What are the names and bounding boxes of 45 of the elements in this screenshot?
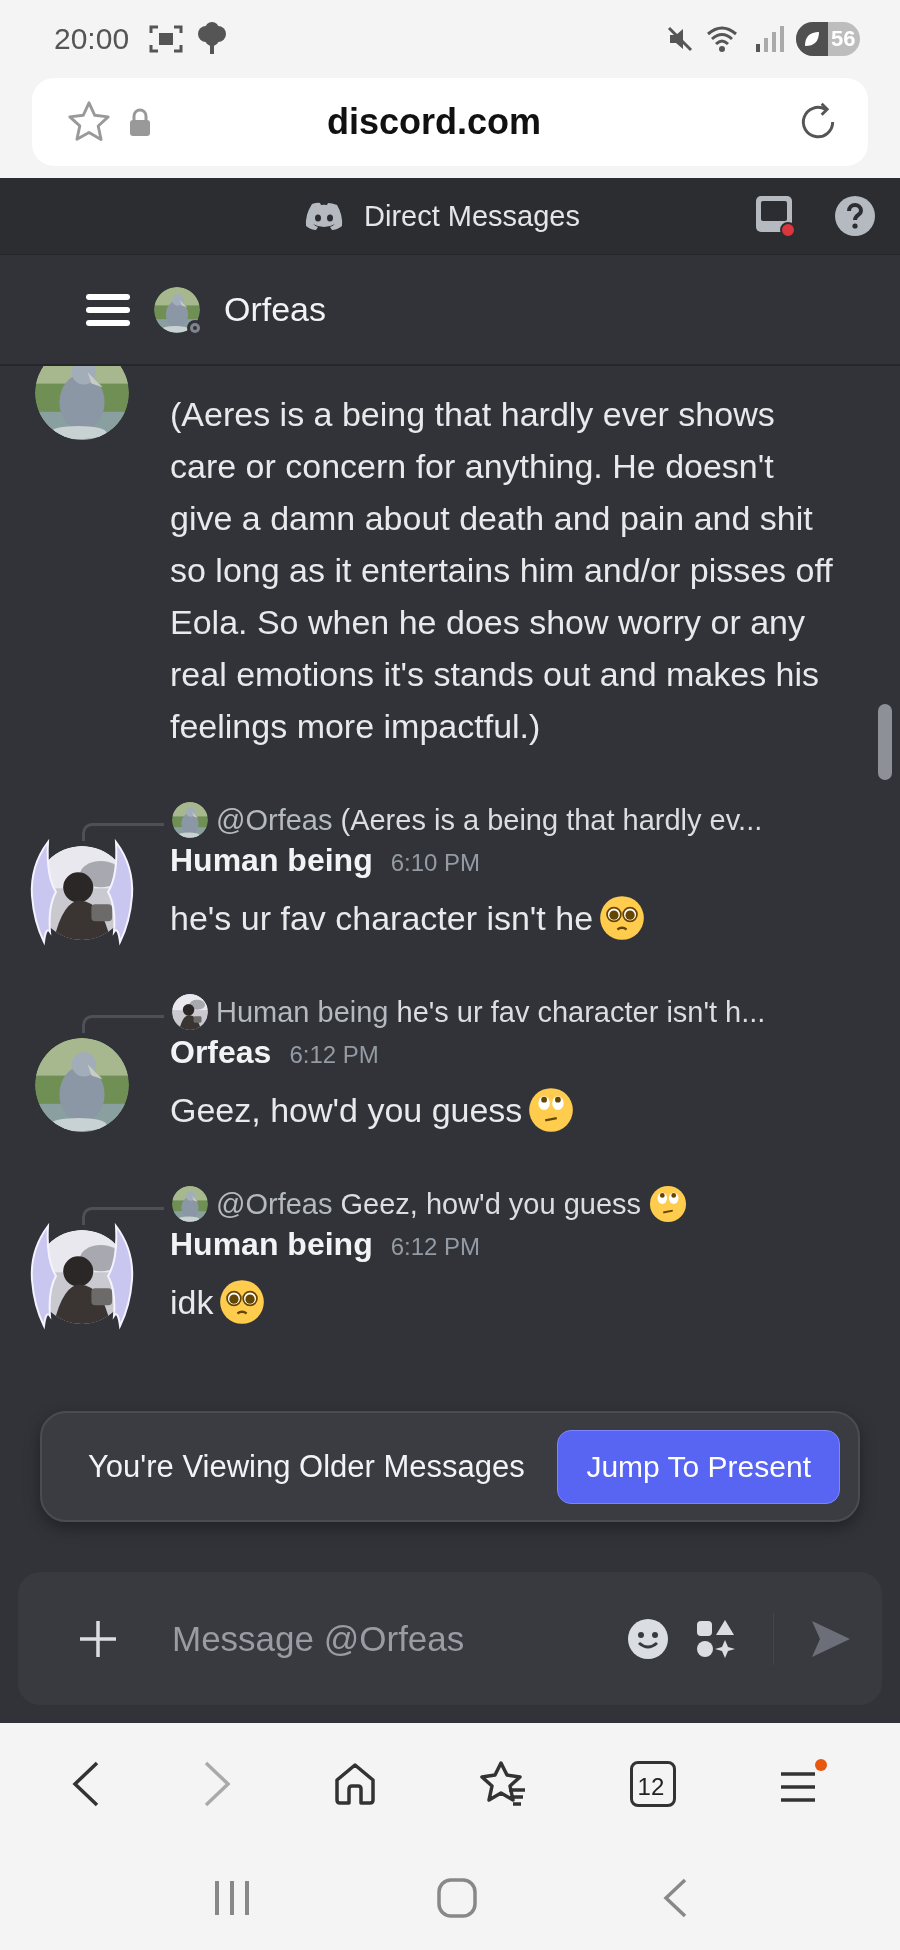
- discord-logo-icon: [304, 201, 344, 231]
- scrollbar[interactable]: [878, 704, 892, 780]
- message-text: idk: [170, 1282, 214, 1323]
- reply-author[interactable]: Human being: [216, 995, 389, 1029]
- lock-icon: [128, 107, 152, 137]
- tabs-button[interactable]: 12: [629, 1761, 676, 1807]
- url-text: discord.com: [325, 101, 543, 143]
- author-name[interactable]: Human being: [170, 1226, 373, 1263]
- home-button-icon[interactable]: [437, 1877, 477, 1918]
- message-text: he's ur fav character isn't he: [170, 898, 594, 939]
- message-input[interactable]: Message @Orfeas: [170, 1617, 601, 1660]
- author-name[interactable]: Human being: [170, 842, 373, 879]
- channel-name: Orfeas: [224, 290, 327, 329]
- banner-text: You're Viewing Older Messages: [88, 1448, 526, 1485]
- mute-icon: [666, 25, 694, 53]
- plus-icon[interactable]: [78, 1618, 118, 1659]
- timestamp: 6:12 PM: [289, 1041, 379, 1069]
- author-name[interactable]: Orfeas: [170, 1034, 272, 1071]
- message-text: (Aeres is a being that hardly ever shows care or concern for anything. He doesn't give a damn about death and pain and shit so long as it entertains him and/or pisses off Eola. So when he does show worry or any real emotions it's stands out and makes his feelings more impactful.): [170, 394, 834, 747]
- timestamp: 6:10 PM: [390, 849, 481, 877]
- eye-roll-emoji-icon: [649, 1185, 688, 1223]
- reply-preview[interactable]: Geez, how'd you guess: [340, 1187, 642, 1221]
- reply-author[interactable]: @Orfeas: [216, 803, 333, 837]
- home-icon[interactable]: [333, 1762, 378, 1806]
- clock: 20:00: [54, 22, 130, 56]
- timestamp: 6:12 PM: [390, 1233, 481, 1261]
- signal-icon: [754, 24, 784, 54]
- reply-author[interactable]: @Orfeas: [216, 1187, 333, 1221]
- help-icon[interactable]: [834, 195, 876, 237]
- screenshot-icon: [149, 24, 184, 54]
- message-text: Geez, how'd you guess: [170, 1090, 523, 1131]
- back-gesture-icon[interactable]: [661, 1877, 688, 1918]
- leaf-icon: [802, 29, 822, 49]
- app-title: Direct Messages: [364, 199, 581, 233]
- back-icon[interactable]: [70, 1761, 101, 1807]
- pleading-emoji-icon: [219, 1279, 266, 1325]
- smiley-icon[interactable]: [627, 1617, 669, 1660]
- pleading-emoji-icon: [599, 895, 646, 941]
- jump-to-present-button[interactable]: Jump To Present: [557, 1429, 840, 1504]
- eye-roll-emoji-icon: [528, 1087, 575, 1133]
- battery-percent: 56: [831, 26, 856, 52]
- address-bar[interactable]: discord.com: [32, 78, 868, 166]
- reply-preview[interactable]: he's ur fav character isn't h...: [396, 995, 766, 1029]
- reply-preview[interactable]: (Aeres is a being that hardly ev...: [340, 803, 763, 837]
- menu-icon[interactable]: [86, 291, 130, 328]
